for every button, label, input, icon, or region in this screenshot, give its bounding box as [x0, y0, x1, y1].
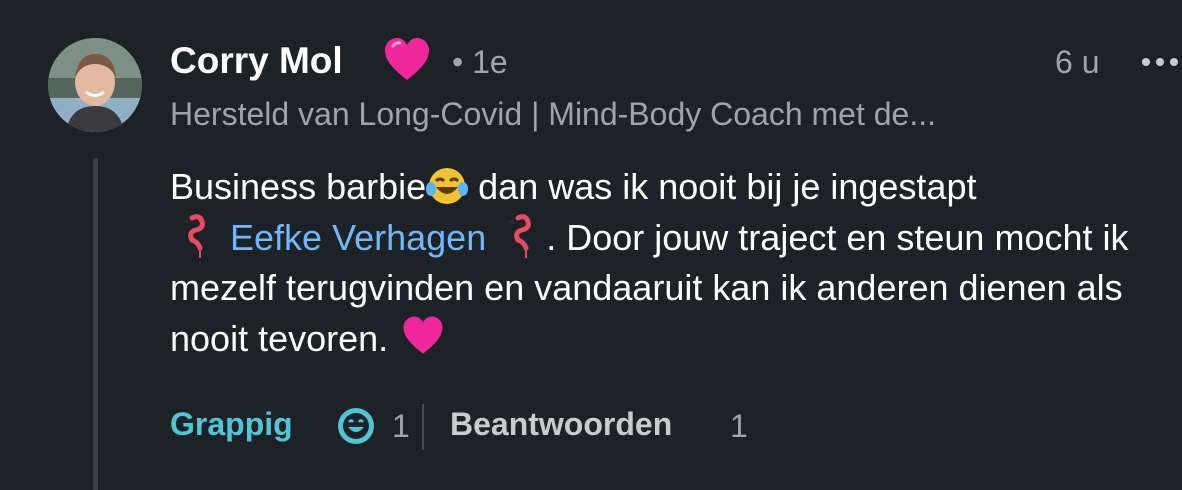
timestamp: 6 u	[1055, 44, 1100, 80]
funny-reaction-icon[interactable]	[336, 406, 376, 446]
more-options-icon[interactable]	[1140, 44, 1182, 80]
thread-line	[93, 158, 98, 490]
author-headline: Hersteld van Long-Covid | Mind-Body Coac…	[170, 96, 937, 132]
action-divider	[422, 404, 424, 450]
reaction-count: 1	[392, 408, 410, 444]
comment-text-2: dan was ik nooit bij je ingestapt	[468, 166, 977, 207]
pink-heart-icon	[385, 38, 429, 80]
flamingo-emoji-icon	[182, 214, 205, 258]
mention-link[interactable]: Eefke Verhagen	[230, 217, 486, 258]
comment-text-1: Business barbie	[170, 166, 427, 207]
avatar[interactable]	[48, 38, 142, 132]
pink-heart-icon	[403, 316, 443, 354]
laughing-tears-emoji-icon	[426, 168, 469, 204]
reaction-button[interactable]: Grappig	[170, 406, 293, 443]
flamingo-emoji-icon	[508, 214, 532, 258]
comment-body: Business barbie dan was ik nooit bij je …	[170, 162, 1170, 364]
connection-degree: • 1e	[452, 44, 508, 80]
avatar-photo	[48, 38, 142, 132]
author-name[interactable]: Corry Mol	[170, 40, 343, 82]
reply-button[interactable]: Beantwoorden	[450, 406, 672, 443]
reply-count: 1	[730, 408, 748, 444]
